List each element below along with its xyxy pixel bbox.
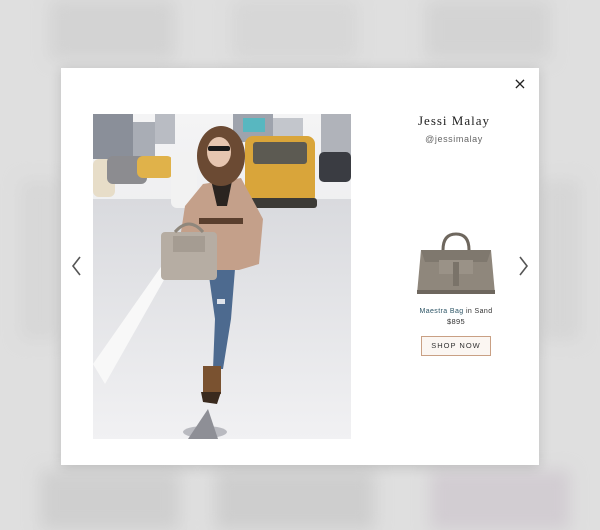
product-name-link[interactable]: Maestra Bag: [419, 308, 463, 315]
product-color-prefix: in: [465, 308, 473, 315]
author-info: Jessi Malay @jessimalay: [379, 113, 529, 144]
product-price: $895: [447, 317, 465, 326]
close-icon: ×: [513, 74, 527, 93]
previous-button[interactable]: [69, 254, 85, 278]
product-color: Sand: [474, 308, 493, 315]
chevron-left-icon: [71, 256, 81, 276]
shop-now-button[interactable]: SHOP NOW: [421, 336, 491, 356]
bag-image: [417, 232, 495, 294]
product-card: Maestra Bag in Sand $895 SHOP NOW: [391, 228, 521, 356]
close-button[interactable]: ×: [511, 75, 529, 93]
author-name: Jessi Malay: [417, 113, 491, 128]
product-image[interactable]: [413, 228, 499, 300]
street-style-photo: [93, 114, 351, 439]
author-handle: @jessimalay: [425, 134, 483, 144]
product-line: Maestra Bag in Sand: [391, 308, 521, 315]
product-modal: × Jessi Malay @jessimalay Maestra Bag in…: [61, 68, 539, 465]
